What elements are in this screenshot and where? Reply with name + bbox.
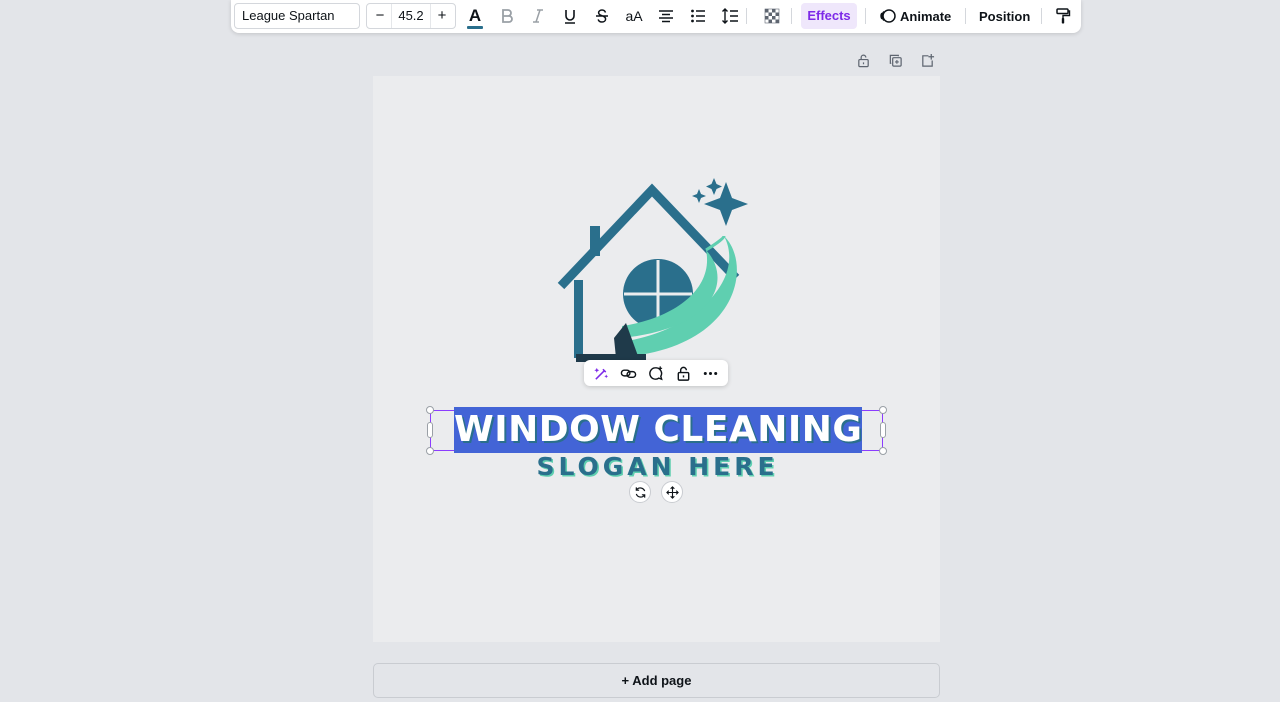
toolbar-divider <box>1041 8 1042 24</box>
bullet-list-icon <box>691 9 705 23</box>
rotate-icon <box>635 486 645 498</box>
font-size-input[interactable]: 45.2 <box>391 4 431 28</box>
letter-case-icon: aA <box>625 8 643 24</box>
house-cleaning-logo[interactable] <box>556 178 756 368</box>
spacing-icon <box>722 8 738 24</box>
lock-icon <box>857 54 869 67</box>
font-family-select[interactable]: League Spartan <box>234 3 360 29</box>
resize-handle-top-right[interactable] <box>879 406 887 414</box>
copy-style-button[interactable] <box>1051 4 1075 28</box>
underline-icon <box>565 10 575 24</box>
add-page-icon-button[interactable] <box>918 51 936 69</box>
bold-button[interactable] <box>495 4 519 28</box>
toolbar-divider <box>865 8 866 24</box>
heading-text[interactable]: WINDOW CLEANING <box>454 407 862 453</box>
strikethrough-icon <box>596 9 608 23</box>
italic-icon <box>533 9 543 23</box>
align-center-icon <box>659 10 673 23</box>
animate-button[interactable]: Animate <box>900 0 951 33</box>
animate-icon <box>880 9 896 23</box>
spacing-button[interactable] <box>718 4 742 28</box>
resize-handle-top-left[interactable] <box>426 406 434 414</box>
transparency-button[interactable] <box>760 4 784 28</box>
duplicate-page-button[interactable] <box>886 51 904 69</box>
duplicate-page-icon <box>889 54 902 67</box>
underline-button[interactable] <box>558 4 582 28</box>
lock-element-button[interactable] <box>672 362 694 384</box>
comment-button[interactable] <box>645 362 667 384</box>
text-toolbar: League Spartan − 45.2 + A aA Effects Ani… <box>231 0 1081 33</box>
lock-page-button[interactable] <box>854 51 872 69</box>
magic-edit-button[interactable] <box>591 362 613 384</box>
text-color-icon: A <box>466 7 484 29</box>
rotate-handle[interactable] <box>629 481 651 503</box>
list-button[interactable] <box>686 4 710 28</box>
move-icon <box>665 485 679 499</box>
move-handle[interactable] <box>661 481 683 503</box>
resize-handle-bottom-left[interactable] <box>426 447 434 455</box>
align-button[interactable] <box>654 4 678 28</box>
more-options-button[interactable] <box>699 362 721 384</box>
link-button[interactable] <box>618 362 640 384</box>
paint-roller-icon <box>1056 8 1071 24</box>
effects-button[interactable]: Effects <box>801 3 857 29</box>
font-size-stepper[interactable]: − 45.2 + <box>366 3 456 29</box>
resize-handle-left[interactable] <box>427 422 433 438</box>
comment-icon <box>649 365 664 380</box>
decrease-font-size-button[interactable]: − <box>370 4 390 28</box>
animate-icon-wrap[interactable] <box>876 4 900 28</box>
more-icon <box>703 371 718 375</box>
increase-font-size-button[interactable]: + <box>432 4 452 28</box>
toolbar-divider <box>965 8 966 24</box>
toolbar-divider <box>791 8 792 24</box>
add-page-icon <box>921 53 934 67</box>
slogan-text[interactable]: SLOGAN HERE <box>520 452 795 482</box>
resize-handle-bottom-right[interactable] <box>879 447 887 455</box>
resize-handle-right[interactable] <box>880 422 886 438</box>
lock-icon <box>677 366 690 381</box>
add-page-button[interactable]: + Add page <box>373 663 940 698</box>
toolbar-divider <box>746 8 747 24</box>
letter-case-button[interactable]: aA <box>622 4 646 28</box>
magic-edit-icon <box>594 367 609 380</box>
strikethrough-button[interactable] <box>590 4 614 28</box>
element-context-menu <box>584 360 728 386</box>
design-page[interactable] <box>373 76 940 642</box>
bold-icon <box>502 9 513 23</box>
transparency-icon <box>764 8 780 24</box>
text-color-button[interactable]: A <box>463 4 487 29</box>
italic-button[interactable] <box>526 4 550 28</box>
link-icon <box>620 368 637 378</box>
position-button[interactable]: Position <box>979 0 1030 33</box>
